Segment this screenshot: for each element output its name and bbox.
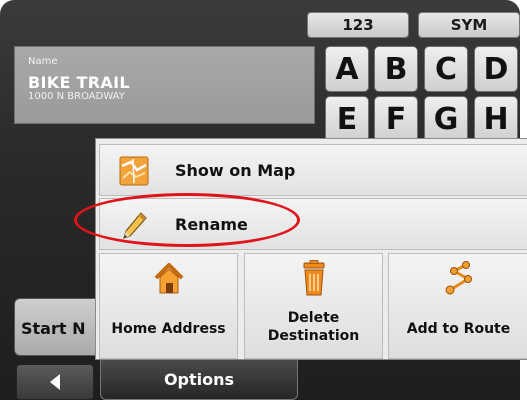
home-address-button[interactable]: Home Address (99, 253, 238, 359)
key-f[interactable]: F (374, 96, 418, 142)
navigation-screen: 123 SYM Name BIKE TRAIL 1000 N BROADWAY … (0, 0, 527, 400)
key-c[interactable]: C (424, 46, 468, 92)
options-menu: Show on Map Rename Home Address Delete D… (95, 138, 527, 360)
name-value: BIKE TRAIL (28, 73, 130, 92)
delete-destination-button[interactable]: Delete Destination (244, 253, 383, 359)
delete-destination-label: Delete Destination (245, 309, 382, 345)
back-arrow-icon (50, 374, 60, 390)
key-b[interactable]: B (374, 46, 418, 92)
rename-button[interactable]: Rename (99, 198, 527, 250)
add-to-route-button[interactable]: Add to Route (388, 253, 527, 359)
route-icon (445, 261, 472, 295)
key-e[interactable]: E (325, 96, 369, 142)
delete-label-line2: Destination (267, 328, 360, 344)
start-button-label: Start N (21, 319, 86, 338)
home-address-label: Home Address (111, 321, 226, 337)
show-on-map-label: Show on Map (175, 161, 296, 180)
symbol-keyboard-key[interactable]: SYM (418, 12, 520, 38)
rename-label: Rename (175, 215, 248, 234)
trash-icon (303, 260, 324, 296)
key-g[interactable]: G (424, 96, 468, 142)
back-button[interactable] (16, 364, 94, 400)
key-h[interactable]: H (474, 96, 518, 142)
map-icon (119, 156, 149, 186)
key-d[interactable]: D (474, 46, 518, 92)
home-icon (154, 263, 183, 294)
name-field[interactable]: Name BIKE TRAIL 1000 N BROADWAY (14, 46, 315, 124)
key-a[interactable]: A (325, 46, 369, 92)
show-on-map-button[interactable]: Show on Map (99, 144, 527, 196)
numeric-keyboard-key[interactable]: 123 (307, 12, 409, 38)
options-tab[interactable]: Options (100, 360, 298, 400)
address-text: 1000 N BROADWAY (28, 91, 125, 102)
add-to-route-label: Add to Route (406, 321, 511, 337)
pencil-icon (123, 212, 147, 239)
name-label: Name (28, 56, 58, 67)
delete-label-line1: Delete (287, 310, 340, 326)
options-tab-label: Options (163, 370, 235, 389)
